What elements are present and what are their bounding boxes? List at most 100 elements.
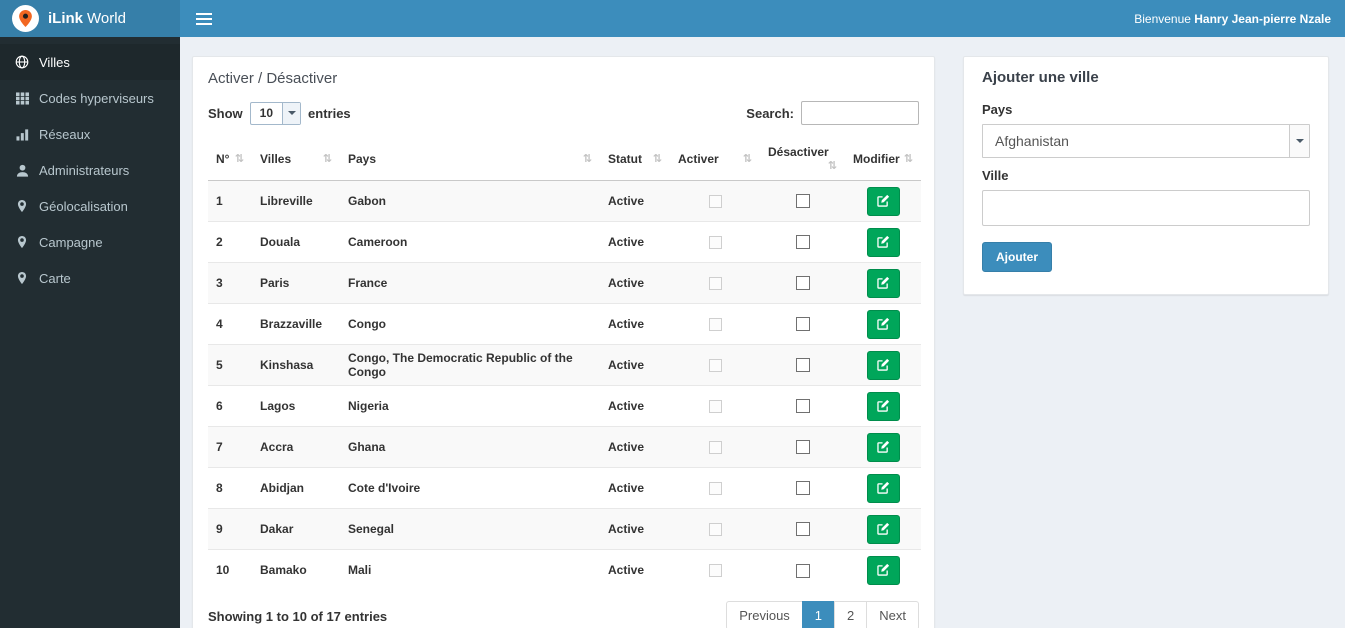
cell-num: 4 — [208, 303, 252, 345]
sidebar-toggle-icon[interactable] — [196, 12, 212, 25]
sidebar-item-carte[interactable]: Carte — [0, 260, 180, 296]
edit-icon — [877, 399, 890, 412]
cell-ville: Kinshasa — [252, 344, 340, 386]
sidebar-item-villes[interactable]: Villes — [0, 44, 180, 80]
modifier-button[interactable] — [866, 350, 900, 380]
table-row: 5 Kinshasa Congo, The Democratic Republi… — [208, 344, 921, 386]
sidebar-item-label: Codes hyperviseurs — [39, 90, 154, 106]
desactiver-checkbox[interactable] — [795, 481, 810, 496]
navbar-right: Bienvenue Hanry Jean-pierre Nzale — [180, 0, 1345, 37]
sort-icon — [323, 152, 332, 166]
edit-icon — [877, 194, 890, 207]
entries-info: Showing 1 to 10 of 17 entries — [208, 608, 388, 624]
app-window: iLink World Bienvenue Hanry Jean-pierre N… — [0, 0, 1345, 628]
activer-checkbox[interactable] — [708, 482, 722, 496]
activer-checkbox[interactable] — [708, 359, 722, 373]
column-header-modifier[interactable]: Modifier — [845, 138, 921, 181]
pagination-next[interactable]: Next — [866, 600, 919, 628]
cell-ville: Brazzaville — [252, 303, 340, 345]
column-label: Modifier — [853, 152, 900, 166]
modifier-button[interactable] — [866, 268, 900, 298]
search-input[interactable] — [801, 101, 919, 125]
column-header-pays[interactable]: Pays — [340, 138, 600, 181]
cell-statut: Active — [600, 549, 670, 591]
page-length-select[interactable]: 10 — [249, 101, 302, 125]
pagination-page-2[interactable]: 2 — [834, 600, 868, 628]
table-row: 7 Accra Ghana Active — [208, 426, 921, 468]
cell-ville: Dakar — [252, 508, 340, 550]
pagination-previous[interactable]: Previous — [726, 600, 803, 628]
sidebar-item-label: Carte — [39, 270, 71, 286]
column-header-activer[interactable]: Activer — [670, 138, 760, 181]
pays-select[interactable]: Afghanistan — [982, 124, 1310, 158]
desactiver-checkbox[interactable] — [795, 317, 810, 332]
cell-ville: Lagos — [252, 385, 340, 427]
desactiver-checkbox[interactable] — [795, 399, 810, 414]
panel-title: Ajouter une ville — [982, 69, 1099, 86]
column-header-desactiver[interactable]: Désactiver — [760, 138, 845, 181]
cell-num: 1 — [216, 194, 223, 208]
modifier-button[interactable] — [866, 432, 900, 462]
table-row: 1 Libreville Gabon Active — [208, 180, 921, 222]
modifier-button[interactable] — [866, 555, 900, 585]
activer-checkbox[interactable] — [708, 277, 722, 291]
sidebar-item-reseaux[interactable]: Réseaux — [0, 116, 180, 152]
edit-icon — [877, 481, 890, 494]
cell-statut: Active — [600, 303, 670, 345]
desactiver-checkbox[interactable] — [795, 563, 810, 578]
activer-checkbox[interactable] — [708, 318, 722, 332]
modifier-button[interactable] — [866, 227, 900, 257]
desactiver-checkbox[interactable] — [795, 440, 810, 455]
modifier-button[interactable] — [866, 514, 900, 544]
cell-pays: France — [340, 262, 600, 304]
grid-icon — [14, 91, 30, 105]
brand-link[interactable]: iLink World — [0, 0, 180, 37]
cell-pays: Gabon — [348, 194, 386, 208]
map-marker-icon — [14, 199, 30, 213]
brand-light: World — [87, 10, 126, 27]
column-header-num[interactable]: N° — [208, 138, 252, 181]
modifier-button[interactable] — [866, 309, 900, 339]
sidebar-item-codes-hyperviseurs[interactable]: Codes hyperviseurs — [0, 80, 180, 116]
pagination: Previous 1 2 Next — [726, 600, 919, 628]
modifier-button[interactable] — [866, 186, 900, 216]
cell-num: 9 — [208, 508, 252, 550]
desactiver-checkbox[interactable] — [795, 235, 810, 250]
ville-input[interactable] — [982, 190, 1310, 226]
desactiver-checkbox[interactable] — [795, 522, 810, 537]
sidebar: Villes Codes hyperviseurs Réseaux Admini… — [0, 37, 180, 628]
table-row: 8 Abidjan Cote d'Ivoire Active — [208, 467, 921, 509]
table-row: 10 Bamako Mali Active — [208, 549, 921, 591]
column-header-villes[interactable]: Villes — [252, 138, 340, 181]
column-header-statut[interactable]: Statut — [600, 138, 670, 181]
desactiver-checkbox[interactable] — [795, 358, 810, 373]
activer-desactiver-panel: Activer / Désactiver Show 10 entries Sea… — [192, 56, 935, 628]
activer-checkbox[interactable] — [708, 400, 722, 414]
desactiver-checkbox[interactable] — [795, 276, 810, 291]
search-label: Search: — [746, 105, 794, 121]
cell-pays: Congo, The Democratic Republic of the Co… — [340, 344, 600, 386]
modifier-button[interactable] — [866, 391, 900, 421]
activer-checkbox[interactable] — [708, 564, 722, 578]
user-name: Hanry Jean-pierre Nzale — [1194, 11, 1331, 26]
activer-checkbox[interactable] — [708, 236, 722, 250]
cell-num: 3 — [208, 262, 252, 304]
datatable-footer: Showing 1 to 10 of 17 entries Previous 1… — [208, 600, 919, 628]
activer-checkbox[interactable] — [708, 523, 722, 537]
brand-title: iLink World — [48, 10, 126, 27]
desactiver-checkbox[interactable] — [795, 194, 810, 209]
modifier-button[interactable] — [866, 473, 900, 503]
pagination-page-1[interactable]: 1 — [801, 600, 836, 628]
sidebar-item-geolocalisation[interactable]: Géolocalisation — [0, 188, 180, 224]
sidebar-item-administrateurs[interactable]: Administrateurs — [0, 152, 180, 188]
cell-ville: Libreville — [260, 194, 313, 208]
cell-ville: Paris — [252, 262, 340, 304]
user-menu[interactable]: Bienvenue Hanry Jean-pierre Nzale — [1134, 12, 1331, 26]
sort-icon — [235, 152, 244, 166]
activer-checkbox[interactable] — [708, 195, 722, 209]
activer-checkbox[interactable] — [708, 441, 722, 455]
sidebar-item-campagne[interactable]: Campagne — [0, 224, 180, 260]
ajouter-button[interactable]: Ajouter — [982, 242, 1052, 272]
page-length-control: Show 10 entries — [208, 101, 351, 125]
search-control: Search: — [746, 101, 919, 125]
